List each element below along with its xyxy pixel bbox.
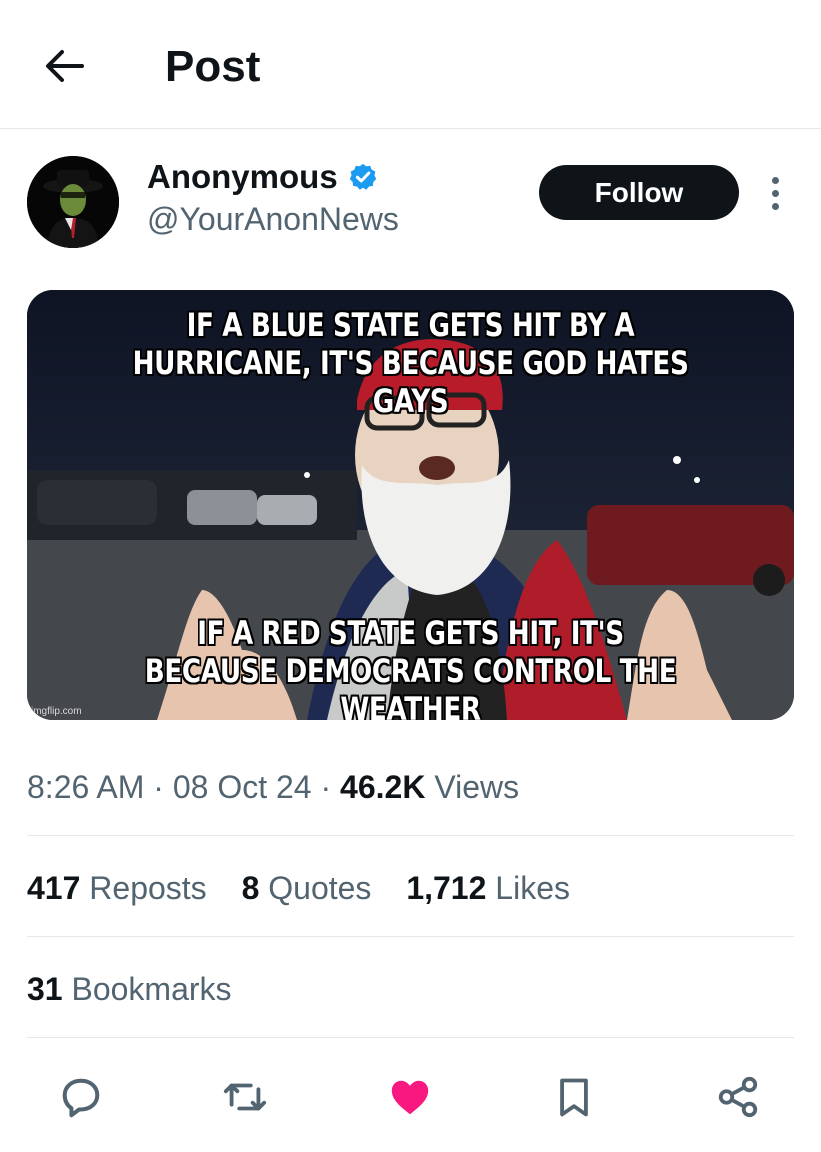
likes-count: 1,712: [406, 870, 487, 906]
author-name[interactable]: Anonymous: [147, 157, 338, 197]
divider: [27, 835, 794, 836]
views-count: 46.2K: [340, 769, 426, 805]
bookmarks-count: 31: [27, 971, 63, 1007]
meme-top-line-2: HURRICANE, IT'S BECAUSE GOD HATES GAYS: [132, 344, 689, 420]
likes-stat[interactable]: 1,712 Likes: [406, 870, 570, 906]
more-dot: [771, 189, 779, 197]
more-dot: [771, 176, 779, 184]
likes-label: Likes: [495, 870, 570, 906]
bookmarks-label: Bookmarks: [71, 971, 232, 1007]
meta-separator: ·: [153, 769, 173, 805]
meme-bottom-line-2: BECAUSE DEMOCRATS CONTROL THE WEATHER: [144, 652, 677, 720]
reposts-stat[interactable]: 417 Reposts: [27, 870, 207, 906]
share-icon: [718, 1076, 758, 1118]
page-title: Post: [165, 42, 261, 91]
post-time[interactable]: 8:26 AM: [27, 769, 144, 805]
more-dot: [771, 202, 779, 210]
masked-figure-avatar-icon: [27, 156, 119, 248]
engagement-stats: 417 Reposts 8 Quotes 1,712 Likes: [27, 868, 596, 908]
image-watermark: imgflip.com: [31, 706, 82, 717]
like-icon: [391, 1080, 429, 1115]
divider: [27, 1037, 794, 1038]
reposts-count: 417: [27, 870, 81, 906]
follow-button[interactable]: Follow: [539, 165, 739, 220]
author-handle[interactable]: @YourAnonNews: [147, 199, 399, 239]
post-image[interactable]: IF A BLUE STATE GETS HIT BY A HURRICANE,…: [27, 290, 794, 720]
meme-top-caption: IF A BLUE STATE GETS HIT BY A HURRICANE,…: [96, 306, 725, 420]
verified-badge-icon: [348, 162, 378, 192]
quotes-stat[interactable]: 8 Quotes: [242, 870, 372, 906]
meme-bottom-caption: IF A RED STATE GETS HIT, IT'S BECAUSE DE…: [96, 614, 725, 720]
reply-button[interactable]: [54, 1070, 108, 1124]
avatar[interactable]: [27, 156, 119, 248]
top-bar: Post: [0, 0, 821, 129]
quotes-label: Quotes: [268, 870, 372, 906]
meme-top-line-1: IF A BLUE STATE GETS HIT BY A: [186, 306, 635, 344]
meme-bottom-line-1: IF A RED STATE GETS HIT, IT'S: [197, 614, 624, 652]
divider: [27, 936, 794, 937]
repost-button[interactable]: [218, 1070, 272, 1124]
meta-separator: ·: [320, 769, 341, 805]
share-button[interactable]: [711, 1070, 765, 1124]
back-arrow-icon: [46, 50, 84, 82]
author-name-row[interactable]: Anonymous: [147, 157, 378, 197]
more-options-button[interactable]: [760, 170, 790, 216]
post-meta: 8:26 AM · 08 Oct 24 · 46.2K Views: [27, 767, 519, 807]
back-button[interactable]: [40, 44, 88, 88]
reply-icon: [62, 1078, 100, 1118]
bookmarks-stat[interactable]: 31 Bookmarks: [27, 969, 232, 1009]
repost-icon: [223, 1083, 267, 1111]
reposts-label: Reposts: [89, 870, 207, 906]
post-date[interactable]: 08 Oct 24: [173, 769, 312, 805]
quotes-count: 8: [241, 870, 260, 906]
like-button[interactable]: [383, 1070, 437, 1124]
bookmark-icon: [560, 1078, 588, 1117]
bookmark-button[interactable]: [547, 1070, 601, 1124]
views-label: Views: [434, 769, 520, 805]
action-bar: [0, 1062, 821, 1128]
